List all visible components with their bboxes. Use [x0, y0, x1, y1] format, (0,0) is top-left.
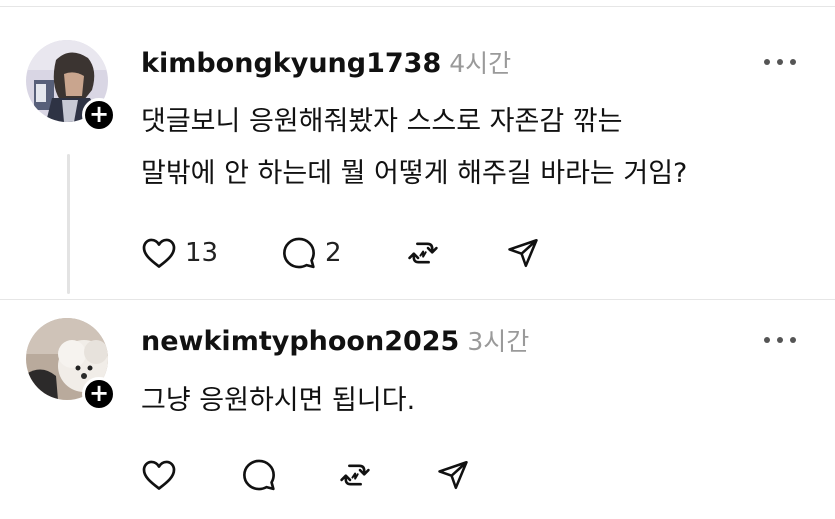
more-horizontal-icon[interactable]: [764, 52, 804, 72]
reply-count: 2: [325, 238, 342, 268]
send-icon: [508, 238, 538, 268]
send-icon: [438, 460, 468, 490]
repost-button[interactable]: [405, 235, 441, 271]
follow-button[interactable]: +: [82, 377, 116, 411]
reply-button[interactable]: 2: [281, 235, 342, 271]
thread-connector: [67, 154, 70, 294]
speech-bubble-icon: [243, 459, 275, 491]
timestamp: 4시간: [449, 49, 512, 78]
comment-divider: [0, 299, 835, 300]
top-divider: [0, 6, 835, 7]
comment-text-line: 말밖에 안 하는데 뭘 어떻게 해주길 바라는 거임?: [141, 158, 688, 189]
heart-icon: [142, 460, 176, 490]
speech-bubble-icon: [283, 237, 315, 269]
comment-text-line: 댓글보니 응원해줘봤자 스스로 자존감 깎는: [141, 106, 623, 137]
repost-icon: [340, 464, 370, 486]
heart-icon: [142, 238, 176, 268]
repost-button[interactable]: [337, 457, 373, 493]
timestamp: 3시간: [467, 327, 530, 356]
like-button[interactable]: [141, 457, 185, 493]
like-count: 13: [185, 238, 219, 268]
share-button[interactable]: [505, 235, 541, 271]
reply-button[interactable]: [241, 457, 285, 493]
comment-header: kimbongkyung1738 4시간: [141, 44, 511, 80]
like-button[interactable]: 13: [141, 235, 218, 271]
comment-text-line: 그냥 응원하시면 됩니다.: [141, 385, 416, 416]
follow-button[interactable]: +: [82, 98, 116, 132]
more-horizontal-icon[interactable]: [764, 330, 804, 350]
comment-header: newkimtyphoon2025 3시간: [141, 322, 529, 358]
username[interactable]: newkimtyphoon2025: [141, 326, 459, 357]
username[interactable]: kimbongkyung1738: [141, 48, 441, 79]
share-button[interactable]: [435, 457, 471, 493]
repost-icon: [408, 242, 438, 264]
